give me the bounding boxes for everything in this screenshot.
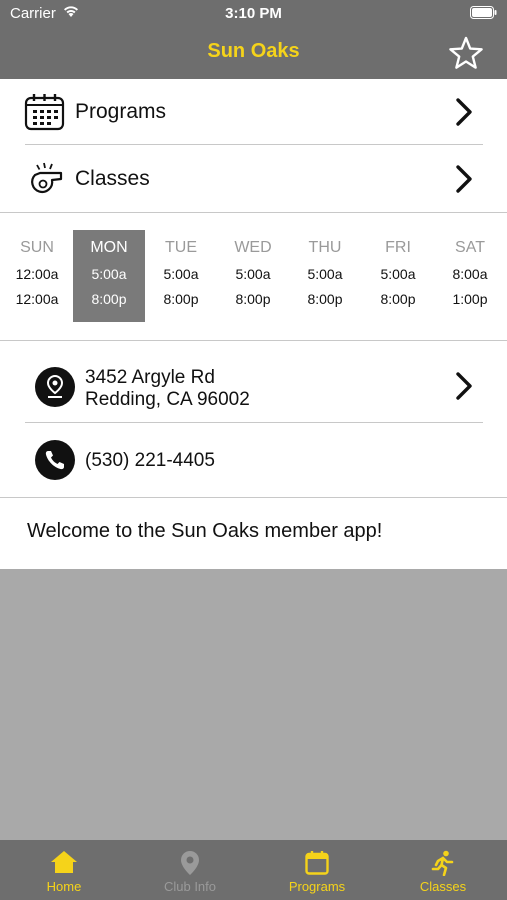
open-time: 5:00a: [380, 266, 416, 282]
address-text: 3452 Argyle Rd Redding, CA 96002: [85, 367, 250, 411]
day-name: SAT: [455, 239, 485, 256]
whistle-icon: [31, 162, 63, 194]
status-time: 3:10 PM: [225, 5, 282, 22]
day-name: FRI: [385, 239, 411, 256]
chevron-right-icon: [456, 98, 472, 126]
open-time: 5:00a: [307, 266, 343, 282]
address-line1: 3452 Argyle Rd: [85, 367, 215, 388]
day-name: TUE: [165, 239, 197, 256]
classes-label: Classes: [75, 167, 150, 190]
phone-number: (530) 221-4405: [85, 450, 215, 471]
tab-home[interactable]: Home: [1, 840, 127, 900]
day-name: THU: [308, 239, 342, 256]
open-time: 5:00a: [91, 266, 127, 282]
classes-row[interactable]: Classes: [0, 145, 507, 212]
calendar-icon: [305, 851, 329, 875]
open-time: 12:00a: [15, 266, 59, 282]
phone-row[interactable]: (530) 221-4405: [0, 423, 507, 497]
day-column-tue: TUE 5:00a 8:00p: [145, 230, 217, 322]
programs-label: Programs: [75, 100, 167, 123]
day-column-mon: MON 5:00a 8:00p: [73, 230, 145, 322]
close-time: 8:00p: [380, 291, 416, 307]
star-outline-icon[interactable]: [448, 36, 484, 70]
tab-club-info[interactable]: Club Info: [127, 840, 253, 900]
chevron-right-icon: [456, 372, 472, 400]
chevron-right-icon: [456, 165, 472, 193]
club-content: Programs Classes SUN 12:00a 12:00a MON 5…: [0, 79, 507, 569]
day-column-sun: SUN 12:00a 12:00a: [1, 230, 73, 322]
phone-icon: [35, 440, 75, 480]
tab-label: Classes: [419, 879, 467, 894]
day-column-sat: SAT 8:00a 1:00p: [434, 230, 506, 322]
day-name: SUN: [20, 239, 54, 256]
tab-label: Home: [46, 879, 82, 894]
location-pin-icon: [35, 367, 75, 407]
tab-label: Programs: [288, 879, 346, 894]
address-row[interactable]: 3452 Argyle Rd Redding, CA 96002: [0, 341, 507, 423]
close-time: 8:00p: [235, 291, 271, 307]
programs-row[interactable]: Programs: [0, 79, 507, 145]
close-time: 12:00a: [15, 291, 59, 307]
welcome-message: Welcome to the Sun Oaks member app!: [27, 520, 383, 542]
runner-icon: [431, 850, 454, 876]
day-column-wed: WED 5:00a 8:00p: [217, 230, 289, 322]
open-time: 8:00a: [452, 266, 488, 282]
close-time: 8:00p: [163, 291, 199, 307]
divider: [0, 497, 507, 498]
calendar-icon: [24, 94, 65, 131]
day-column-fri: FRI 5:00a 8:00p: [362, 230, 434, 322]
tab-programs[interactable]: Programs: [254, 840, 380, 900]
status-bar: Carrier 3:10 PM: [0, 0, 507, 28]
day-name: WED: [234, 239, 272, 256]
address-line2: Redding, CA 96002: [85, 389, 250, 410]
club-hours: SUN 12:00a 12:00a MON 5:00a 8:00p TUE 5:…: [0, 213, 507, 340]
tab-classes[interactable]: Classes: [380, 840, 506, 900]
open-time: 5:00a: [163, 266, 199, 282]
tab-bar: Home Club Info Programs Classes: [0, 840, 507, 900]
page-title: Sun Oaks: [207, 40, 300, 62]
home-icon: [51, 851, 77, 873]
battery-icon: [470, 6, 497, 19]
day-name: MON: [90, 239, 128, 256]
open-time: 5:00a: [235, 266, 271, 282]
close-time: 8:00p: [307, 291, 343, 307]
app-header: Carrier 3:10 PM Sun Oaks: [0, 0, 507, 79]
day-column-thu: THU 5:00a 8:00p: [289, 230, 361, 322]
tab-label: Club Info: [163, 879, 217, 894]
close-time: 1:00p: [452, 291, 488, 307]
map-pin-icon: [181, 851, 199, 875]
close-time: 8:00p: [91, 291, 127, 307]
